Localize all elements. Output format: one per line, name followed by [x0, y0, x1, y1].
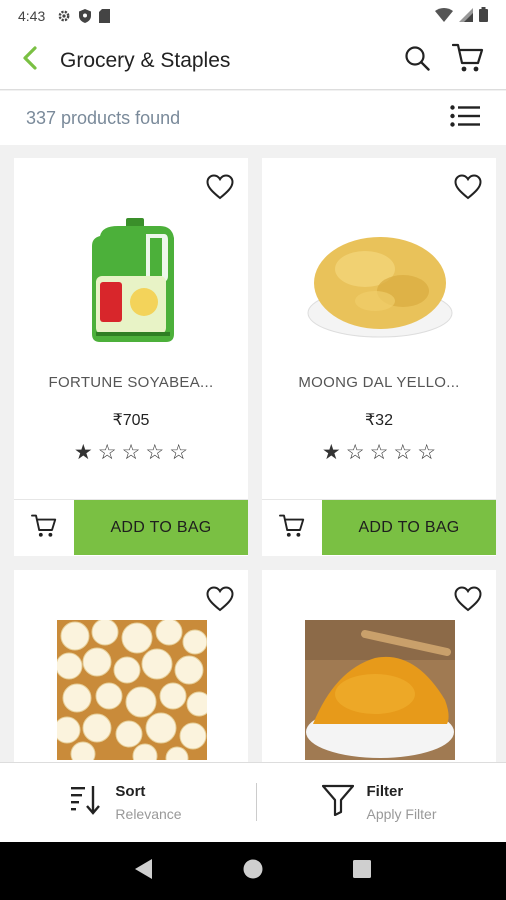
cart-icon	[279, 514, 305, 543]
product-card[interactable]	[262, 570, 496, 762]
search-button[interactable]	[404, 45, 430, 76]
wishlist-button[interactable]	[206, 586, 234, 612]
wifi-icon	[435, 7, 453, 25]
system-nav-bar	[0, 842, 506, 900]
heart-icon	[454, 586, 482, 612]
product-name: MOONG DAL YELLO...	[298, 374, 460, 391]
rating-stars: ★ ☆ ☆ ☆ ☆	[262, 440, 496, 465]
star-filled-icon: ★	[321, 441, 341, 464]
screen: 4:43 Grocery & Staples 337 products foun…	[0, 0, 506, 900]
heart-icon	[454, 174, 482, 200]
product-price: ₹705	[112, 412, 150, 429]
nav-recents-icon[interactable]	[353, 859, 371, 883]
results-count: 337 products found	[26, 107, 181, 128]
sort-button[interactable]: Sort Relevance	[0, 763, 253, 843]
shield-icon	[79, 9, 92, 23]
turmeric-image	[302, 620, 458, 760]
wishlist-button[interactable]	[206, 174, 234, 200]
product-card[interactable]	[14, 570, 248, 762]
divider	[256, 783, 257, 821]
product-card[interactable]: MOONG DAL YELLO... ₹32 ★ ☆ ☆ ☆ ☆ ADD TO …	[262, 158, 496, 556]
card-actions: ADD TO BAG	[14, 499, 248, 556]
add-to-bag-button[interactable]: ADD TO BAG	[74, 500, 248, 555]
sort-label: Sort	[115, 783, 146, 800]
heart-icon	[206, 174, 234, 200]
add-to-bag-button[interactable]: ADD TO BAG	[322, 500, 496, 555]
results-bar: 337 products found	[0, 91, 506, 145]
star-empty-icon: ☆	[97, 441, 117, 464]
back-button[interactable]	[0, 32, 60, 90]
battery-icon	[479, 7, 488, 25]
list-icon	[450, 104, 480, 132]
product-price: ₹32	[365, 412, 393, 429]
product-grid: FORTUNE SOYABEA... ₹705 ★ ☆ ☆ ☆ ☆ ADD TO…	[0, 158, 506, 762]
popcorn-image	[54, 620, 210, 760]
cart-button[interactable]	[451, 43, 484, 78]
wishlist-button[interactable]	[454, 174, 482, 200]
chevron-left-icon	[22, 46, 38, 75]
star-empty-icon: ☆	[393, 441, 413, 464]
sort-value: Relevance	[115, 806, 182, 822]
sd-card-icon	[99, 9, 111, 23]
star-empty-icon: ☆	[345, 441, 365, 464]
dal-bowl-image	[302, 206, 458, 356]
signal-icon	[459, 7, 473, 25]
app-bar: Grocery & Staples	[0, 32, 506, 90]
heart-icon	[206, 586, 234, 612]
filter-icon	[322, 784, 355, 821]
status-bar: 4:43	[0, 0, 506, 32]
nav-home-icon[interactable]	[243, 859, 263, 884]
oil-can-image	[54, 206, 210, 356]
nav-back-icon[interactable]	[135, 858, 153, 884]
wishlist-button[interactable]	[454, 586, 482, 612]
sort-icon	[71, 785, 103, 820]
quick-cart-button[interactable]	[262, 500, 322, 556]
search-icon	[404, 46, 430, 75]
star-empty-icon: ☆	[169, 441, 189, 464]
card-actions: ADD TO BAG	[262, 499, 496, 556]
bottom-action-bar: Sort Relevance Filter Apply Filter	[0, 762, 506, 842]
star-empty-icon: ☆	[121, 441, 141, 464]
quick-cart-button[interactable]	[14, 500, 74, 556]
product-name: FORTUNE SOYABEA...	[48, 374, 214, 391]
cart-icon	[451, 43, 484, 77]
star-empty-icon: ☆	[417, 441, 437, 464]
settings-icon	[57, 9, 71, 23]
list-view-toggle[interactable]	[450, 104, 480, 132]
star-filled-icon: ★	[73, 441, 93, 464]
rating-stars: ★ ☆ ☆ ☆ ☆	[14, 440, 248, 465]
page-title: Grocery & Staples	[60, 48, 231, 72]
product-card[interactable]: FORTUNE SOYABEA... ₹705 ★ ☆ ☆ ☆ ☆ ADD TO…	[14, 158, 248, 556]
status-time: 4:43	[18, 8, 46, 24]
filter-value: Apply Filter	[366, 806, 437, 822]
star-empty-icon: ☆	[369, 441, 389, 464]
filter-label: Filter	[366, 783, 404, 800]
filter-button[interactable]: Filter Apply Filter	[253, 763, 506, 843]
cart-icon	[31, 514, 57, 543]
star-empty-icon: ☆	[145, 441, 165, 464]
